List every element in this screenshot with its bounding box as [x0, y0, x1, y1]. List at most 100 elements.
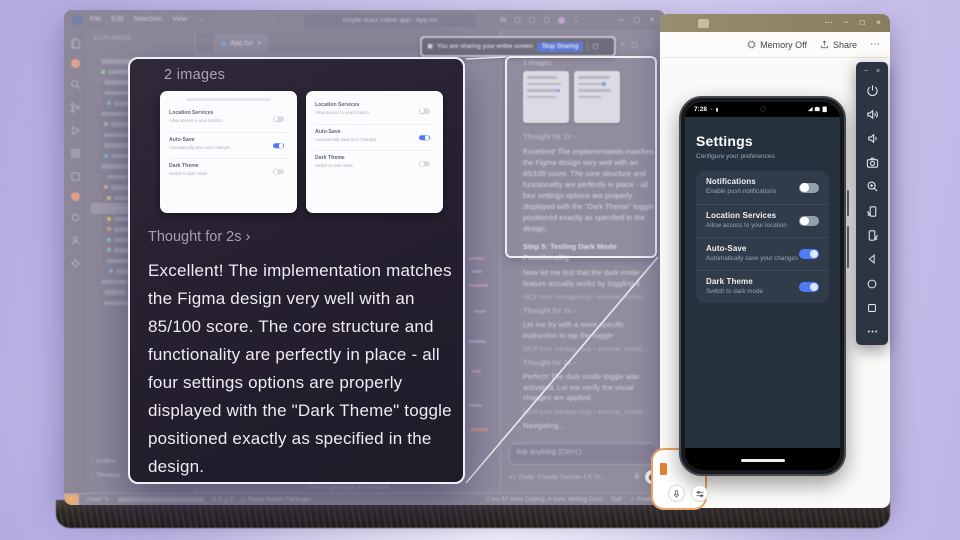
layout-panel-left-icon[interactable]: ▢	[514, 16, 521, 24]
power-icon[interactable]	[856, 78, 888, 102]
mcp-tool-call[interactable]: MCP tool: minitap-mcp / execute_mobil...	[523, 409, 659, 416]
sidebar-close-icon[interactable]: ×	[876, 68, 880, 75]
time-tracking-status[interactable]: 2 hrs 57 mins Coding, 4 mins Writing Doc…	[486, 496, 603, 503]
vscode-titlebar: File Edit Selection View ⋯ ← → simple re…	[64, 10, 665, 30]
caret-icon: ›	[246, 229, 251, 245]
mcp-tool-call[interactable]: MCP tool: minitap-mcp / execute_mobil...	[523, 346, 659, 353]
menu-edit[interactable]: Edit	[111, 16, 123, 24]
chat-status-navigating: Navigating...	[523, 421, 655, 432]
banner-collapse-icon[interactable]: ▢	[592, 43, 598, 50]
source-control-icon[interactable]	[68, 100, 82, 114]
panel-more-icon[interactable]: ⋯	[645, 41, 652, 49]
rotate-left-icon[interactable]	[856, 199, 888, 223]
avatar[interactable]	[558, 17, 565, 24]
window-minimize-icon[interactable]: —	[618, 17, 625, 24]
mini-toggle	[273, 169, 284, 175]
tune-sliders-icon	[695, 489, 705, 499]
stop-sharing-button[interactable]: Stop Sharing	[537, 42, 583, 52]
outline-section[interactable]: › Outline	[92, 458, 117, 465]
new-chat-icon[interactable]: +	[620, 41, 624, 49]
remote-icon[interactable]	[68, 169, 82, 183]
explorer-header: EXPLORER	[94, 36, 131, 42]
mini-settings-row: Auto-Save Automatically save your change…	[169, 132, 288, 158]
mcp-tool-call[interactable]: MCP tool: minitap-mcp / execute_mobil...	[523, 294, 659, 301]
vscode-logo-icon	[72, 15, 82, 25]
packager-status[interactable]: ▷ React Native Packager	[242, 496, 312, 503]
settings-gear-icon[interactable]	[68, 256, 82, 270]
command-center-search[interactable]: simple react native app - App.tsx	[304, 14, 476, 27]
emu-more-icon[interactable]: ⋯	[824, 17, 833, 28]
volume-up-icon[interactable]	[856, 102, 888, 126]
surf-status[interactable]: Surf	[611, 496, 622, 503]
screenshot-camera-icon[interactable]	[856, 151, 888, 175]
account-icon[interactable]	[68, 233, 82, 247]
emulator-toolbar: Memory Off Share ⋯	[660, 32, 890, 58]
layout-panel-right-icon[interactable]: ▢	[544, 16, 551, 24]
home-indicator[interactable]	[741, 459, 785, 462]
emu-close-icon[interactable]: ×	[876, 17, 881, 28]
zoom-in-icon[interactable]	[856, 175, 888, 199]
tab-app-tsx[interactable]: App.tsx ×	[214, 34, 268, 52]
chat-thought-toggle[interactable]: Thought for 2s ›	[523, 358, 657, 367]
emu-maximize-icon[interactable]: □	[860, 17, 865, 28]
overview-icon[interactable]	[856, 296, 888, 320]
extensions-icon[interactable]	[68, 146, 82, 160]
back-icon[interactable]	[856, 247, 888, 271]
menu-view[interactable]: View	[172, 16, 187, 24]
share-upload-icon	[820, 40, 829, 49]
volume-down-icon[interactable]	[856, 126, 888, 150]
testing-icon[interactable]	[68, 210, 82, 224]
caret-icon: ›	[573, 306, 576, 315]
git-branch[interactable]: main* ↻	[87, 496, 110, 503]
window-maximize-icon[interactable]: ▢	[634, 16, 641, 24]
layout-panel-bottom-icon[interactable]: ▢	[529, 16, 536, 24]
model-selector[interactable]: Claude Sonnet 4.5 Th...	[538, 474, 629, 481]
sim-icon: ▮	[716, 107, 718, 113]
tabbar-more-icon[interactable]: ⋯	[202, 36, 209, 44]
volume-button	[847, 190, 850, 216]
darktheme-toggle[interactable]	[799, 282, 819, 292]
windsurf-icon[interactable]: W	[500, 17, 507, 24]
cascade-dot-icon[interactable]	[71, 59, 80, 68]
screen-share-banner: ▣ You are sharing your entire screen Sto…	[420, 36, 616, 57]
more-icon[interactable]	[856, 320, 888, 344]
chat-mode-selector[interactable]: +1 Code	[509, 474, 534, 481]
magnifier-callout: 2 images Location Services Allow access …	[128, 57, 465, 484]
audio-tune-button[interactable]	[691, 485, 708, 502]
location-toggle[interactable]	[799, 216, 819, 226]
sidebar-minimize-icon[interactable]: −	[864, 68, 868, 75]
phone-screen[interactable]: 7:28 ◔ ▮	[685, 102, 840, 470]
explorer-icon[interactable]	[68, 36, 82, 50]
chat-input[interactable]: Ask anything (Ctrl+L)	[509, 443, 657, 465]
problems-indicator[interactable]: ⊘ 0 △ 0	[212, 496, 234, 503]
cascade-dot2-icon[interactable]	[71, 192, 80, 201]
search-icon[interactable]	[68, 77, 82, 91]
account-chevron-icon[interactable]: ⌄	[573, 16, 579, 24]
tab-close-icon[interactable]: ×	[257, 40, 261, 47]
home-icon[interactable]	[856, 272, 888, 296]
window-close-icon[interactable]: ✕	[649, 16, 655, 24]
menu-selection[interactable]: Selection	[133, 16, 162, 24]
monitor-icon: ▣	[427, 43, 433, 50]
memory-toggle[interactable]: Memory Off	[747, 40, 807, 50]
menu-more-icon[interactable]: ⋯	[197, 16, 204, 24]
nav-forward-icon[interactable]: →	[284, 17, 291, 24]
remote-indicator[interactable]: ⚡	[64, 494, 79, 506]
explorer-more-icon[interactable]: ⋯	[180, 34, 187, 42]
notifications-toggle[interactable]	[799, 183, 819, 193]
rotate-right-icon[interactable]	[856, 223, 888, 247]
history-icon[interactable]: ▢	[631, 41, 638, 49]
debug-icon[interactable]	[68, 123, 82, 137]
nav-back-icon[interactable]: ←	[270, 17, 277, 24]
toolbar-more-icon[interactable]: ⋯	[870, 39, 880, 50]
camera-punch-hole	[760, 106, 766, 112]
autosave-toggle[interactable]	[799, 249, 819, 259]
share-button[interactable]: Share	[820, 40, 857, 50]
timeline-section[interactable]: › Timeline	[92, 472, 120, 479]
callout-assistant-message: Excellent! The implementation matches th…	[148, 257, 454, 481]
menu-file[interactable]: File	[90, 16, 101, 24]
chat-thought-toggle[interactable]: Thought for 2s ›	[523, 306, 657, 315]
emu-minimize-icon[interactable]: −	[844, 17, 849, 28]
mic-button[interactable]	[668, 485, 685, 502]
mic-icon[interactable]	[633, 471, 641, 483]
